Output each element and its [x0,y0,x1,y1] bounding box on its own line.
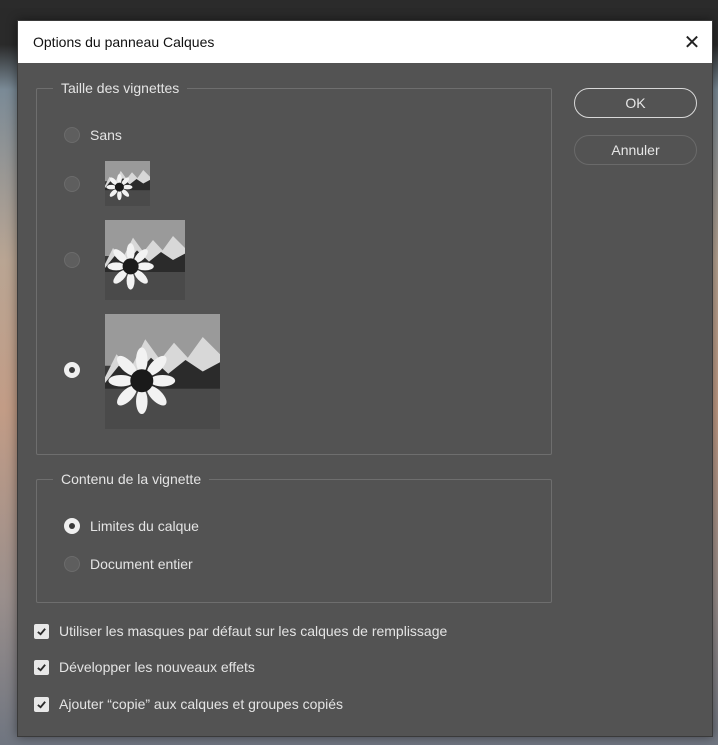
radio-thumbnail-small[interactable] [64,176,80,192]
sunflower-thumbnail-medium [105,220,185,300]
ok-button[interactable]: OK [574,88,697,118]
checkmark-icon [37,628,46,636]
background-bar [0,0,718,8]
sunflower-thumbnail-small [105,161,150,206]
thumbnail-size-legend: Taille des vignettes [53,78,188,98]
title-bar: Options du panneau Calques ✕ [18,21,712,63]
sunflower-thumbnail-large [105,314,220,429]
radio-label-entire-document: Document entier [90,556,193,572]
checkbox-label-add-copy: Ajouter “copie” aux calques et groupes c… [59,696,344,712]
checkbox-label-default-masks: Utiliser les masques par défaut sur les … [59,623,448,639]
radio-thumbnail-medium[interactable] [64,252,80,268]
dialog-title: Options du panneau Calques [33,34,215,50]
ok-button-label: OK [625,95,646,111]
radio-thumbnail-none[interactable] [64,127,80,143]
thumbnail-content-legend: Contenu de la vignette [53,469,210,489]
radio-layer-bounds[interactable] [64,518,80,534]
checkbox-expand-effects[interactable] [34,660,49,675]
checkbox-label-expand-effects: Développer les nouveaux effets [59,659,255,675]
thumbnail-content-group: Contenu de la vignette Limites du calque… [36,469,552,603]
radio-entire-document[interactable] [64,556,80,572]
radio-thumbnail-large[interactable] [64,362,80,378]
checkbox-add-copy[interactable] [34,697,49,712]
radio-label-none: Sans [90,127,122,143]
cancel-button-label: Annuler [611,142,660,158]
thumbnail-size-group: Taille des vignettes Sans [36,78,552,455]
checkmark-icon [37,664,46,672]
close-icon: ✕ [683,31,701,54]
radio-label-layer-bounds: Limites du calque [90,518,199,534]
close-button[interactable]: ✕ [672,21,712,63]
cancel-button[interactable]: Annuler [574,135,697,165]
checkmark-icon [37,701,46,709]
checkbox-default-masks[interactable] [34,624,49,639]
layers-panel-options-dialog: Options du panneau Calques ✕ Taille des … [17,20,713,737]
